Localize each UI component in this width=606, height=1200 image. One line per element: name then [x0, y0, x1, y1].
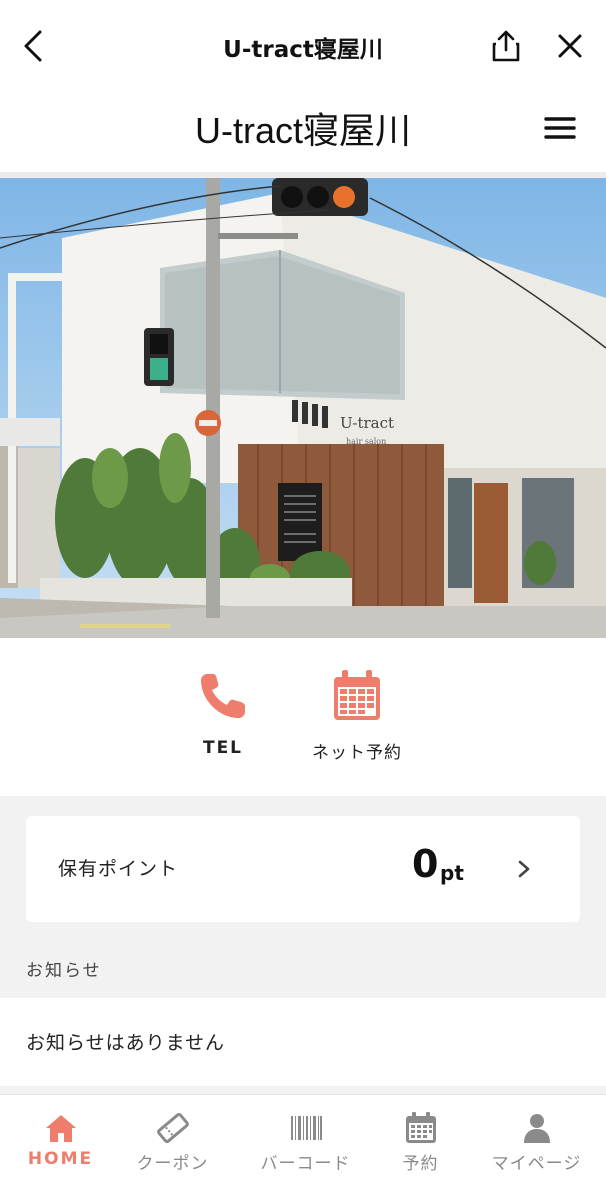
tel-label: TEL	[202, 738, 244, 758]
site-header: U-tract寝屋川	[0, 92, 606, 172]
calendar-icon	[334, 670, 380, 720]
phone-icon	[201, 674, 245, 718]
tab-coupon[interactable]: クーポン	[112, 1111, 233, 1174]
share-icon[interactable]	[488, 26, 524, 66]
tab-home-label: HOME	[27, 1149, 94, 1169]
online-reservation-button[interactable]: ネット予約	[282, 668, 432, 778]
top-bar: U-tract寝屋川	[0, 0, 606, 92]
hamburger-icon[interactable]	[540, 110, 580, 146]
tab-mypage[interactable]: マイページ	[476, 1111, 597, 1174]
news-section-title: お知らせ	[26, 961, 102, 981]
news-list: お知らせはありません	[0, 998, 606, 1086]
calendar-icon	[405, 1112, 436, 1143]
points-card[interactable]: 保有ポイント 0 pt	[26, 816, 580, 922]
bottom-nav: HOME クーポン バーコード 予約 マイページ	[0, 1094, 606, 1200]
tab-coupon-label: クーポン	[136, 1154, 209, 1174]
points-value: 0	[412, 842, 439, 886]
tab-reservation-label: 予約	[402, 1154, 439, 1174]
site-name: U-tract寝屋川	[194, 110, 411, 151]
quick-actions: TEL ネット予約	[0, 638, 606, 796]
user-icon	[523, 1114, 550, 1143]
tab-barcode-label: バーコード	[260, 1154, 351, 1174]
tab-mypage-label: マイページ	[491, 1154, 582, 1174]
chevron-right-icon	[518, 860, 530, 878]
points-label: 保有ポイント	[58, 858, 179, 880]
barcode-icon	[290, 1116, 322, 1140]
close-icon[interactable]	[552, 26, 588, 66]
online-reservation-label: ネット予約	[312, 743, 402, 763]
tel-button[interactable]: TEL	[148, 668, 298, 778]
tab-reservation[interactable]: 予約	[360, 1111, 481, 1174]
salon-building-photo: U-tract hair salon	[0, 178, 606, 638]
tab-home[interactable]: HOME	[0, 1111, 121, 1169]
tab-barcode[interactable]: バーコード	[245, 1111, 366, 1174]
coupon-icon	[156, 1112, 189, 1144]
home-icon	[45, 1115, 76, 1142]
points-unit: pt	[440, 861, 464, 885]
news-empty-message: お知らせはありません	[26, 1032, 226, 1054]
building-sign-text: U-tract	[340, 414, 394, 432]
